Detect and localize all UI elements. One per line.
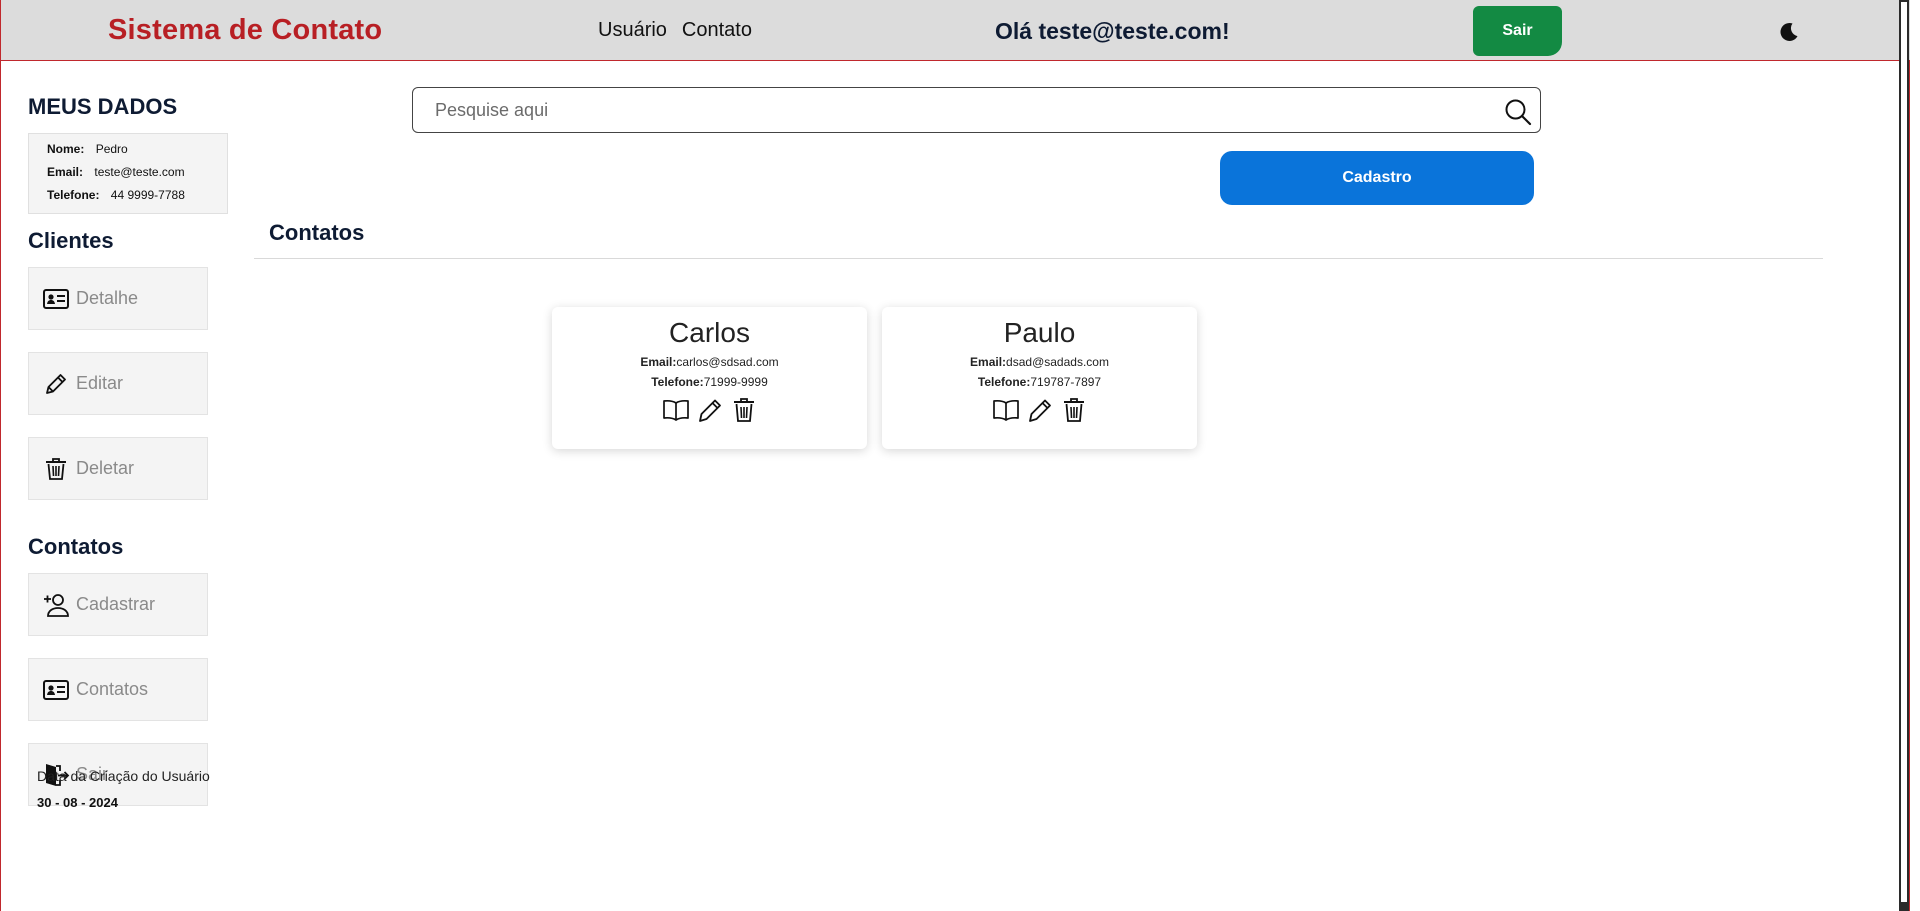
contact-card: Carlos Email:carlos@sdsad.com Telefone:7…: [552, 307, 867, 449]
my-data-email-row: Email: teste@teste.com: [47, 165, 185, 179]
search-bar: [412, 87, 1541, 133]
greeting-text: Olá teste@teste.com!: [995, 18, 1230, 44]
contact-card: Paulo Email:dsad@sadads.com Telefone:719…: [882, 307, 1197, 449]
moon-icon[interactable]: [1777, 20, 1801, 44]
my-data-title: MEUS DADOS: [28, 94, 178, 119]
contacts-title: Contatos: [28, 534, 124, 559]
my-data-phone-row: Telefone: 44 9999-7788: [47, 188, 185, 202]
app-frame: Sistema de Contato Usuário Contato Olá t…: [0, 0, 1910, 911]
book-icon[interactable]: [661, 395, 691, 425]
card-actions: [552, 395, 867, 425]
sidebar-item-label: Editar: [76, 373, 124, 393]
contact-email-value: dsad@sadads.com: [1006, 355, 1109, 369]
my-data-box: Nome: Pedro Email: teste@teste.com Telef…: [28, 133, 228, 214]
sidebar-item-cadastrar[interactable]: Cadastrar: [28, 573, 208, 636]
vertical-scrollbar[interactable]: [1899, 0, 1909, 911]
trash-icon[interactable]: [729, 395, 759, 425]
nav-link-contato[interactable]: Contato: [682, 19, 752, 42]
name-value: Pedro: [95, 142, 128, 156]
contact-phone-value: 71999-9999: [703, 375, 768, 389]
trash-icon: [46, 457, 66, 480]
logout-button[interactable]: Sair: [1473, 6, 1562, 56]
contact-email: Email:carlos@sdsad.com: [552, 355, 867, 369]
top-header: Sistema de Contato Usuário Contato Olá t…: [1, 0, 1910, 61]
clients-title: Clientes: [28, 228, 114, 253]
sidebar-item-label: Deletar: [76, 458, 135, 478]
contact-phone: Telefone:719787-7897: [882, 375, 1197, 389]
pencil-icon[interactable]: [695, 395, 725, 425]
person-add-icon: [44, 593, 69, 617]
sidebar-item-deletar[interactable]: Deletar: [28, 437, 208, 500]
brand-title[interactable]: Sistema de Contato: [108, 14, 382, 47]
sidebar-item-label: Contatos: [76, 679, 149, 699]
card-actions: [882, 395, 1197, 425]
book-icon[interactable]: [991, 395, 1021, 425]
sidebar-item-label: Detalhe: [76, 288, 139, 308]
contact-phone-value: 719787-7897: [1030, 375, 1102, 389]
sidebar-item-detalhe[interactable]: Detalhe: [28, 267, 208, 330]
search-input[interactable]: [435, 98, 1485, 122]
email-label: Email:: [47, 165, 84, 179]
email-value: teste@teste.com: [94, 165, 185, 179]
sidebar-item-label: Cadastrar: [76, 594, 156, 614]
divider: [254, 258, 1823, 259]
id-card-icon: [43, 679, 69, 700]
search-icon[interactable]: [1504, 98, 1532, 126]
contact-phone-label: Telefone:: [977, 375, 1031, 389]
contact-email-value: carlos@sdsad.com: [676, 355, 779, 369]
scrollbar-thumb[interactable]: [1901, 2, 1907, 902]
pencil-icon[interactable]: [1025, 395, 1055, 425]
created-date: 30 - 08 - 2024: [37, 795, 118, 810]
contact-phone: Telefone:71999-9999: [552, 375, 867, 389]
phone-label: Telefone:: [47, 188, 100, 202]
contact-name: Carlos: [669, 317, 750, 348]
name-label: Nome:: [47, 142, 85, 156]
page-title: Contatos: [269, 220, 365, 245]
created-label: Data da Criação do Usuário: [37, 768, 210, 784]
contact-email-label: Email:: [640, 355, 677, 369]
sidebar-item-editar[interactable]: Editar: [28, 352, 208, 415]
my-data-name-row: Nome: Pedro: [47, 142, 128, 156]
id-card-icon: [43, 288, 69, 309]
sidebar-item-contatos[interactable]: Contatos: [28, 658, 208, 721]
top-nav: Usuário Contato: [598, 19, 752, 42]
contact-name: Paulo: [1003, 317, 1076, 348]
trash-icon[interactable]: [1059, 395, 1089, 425]
contact-email: Email:dsad@sadads.com: [882, 355, 1197, 369]
contact-email-label: Email:: [970, 355, 1007, 369]
register-button[interactable]: Cadastro: [1220, 151, 1534, 205]
pencil-icon: [46, 373, 66, 394]
contact-phone-label: Telefone:: [651, 375, 704, 389]
phone-value: 44 9999-7788: [110, 188, 185, 202]
nav-link-usuario[interactable]: Usuário: [598, 19, 667, 42]
